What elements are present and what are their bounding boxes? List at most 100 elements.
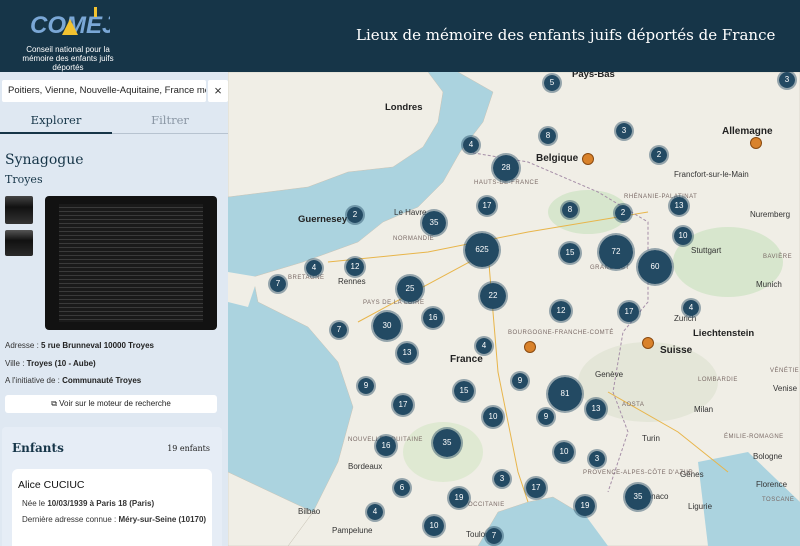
map-cluster-marker[interactable]: 2 [345, 205, 365, 225]
map-cluster-marker[interactable]: 8 [560, 200, 580, 220]
region-label-baviere: BAVIÈRE [763, 254, 793, 260]
belgium-place-pin[interactable] [582, 153, 594, 165]
switzerland-place-pin[interactable] [642, 337, 654, 349]
map-cluster-marker[interactable]: 4 [681, 298, 701, 318]
map-cluster-marker[interactable]: 4 [365, 502, 385, 522]
place-city-info: Ville : Troyes (10 - Aube) [5, 359, 96, 368]
region-label-occitanie: OCCITANIE [468, 502, 505, 508]
tab-explorer[interactable]: Explorer [0, 108, 112, 134]
map-cluster-marker[interactable]: 7 [484, 526, 504, 546]
map-view[interactable]: Pays-Bas Londres Belgique Allemagne Guer… [228, 72, 800, 546]
map-cluster-marker[interactable]: 13 [395, 341, 419, 365]
region-label-toscane: TOSCANE [762, 497, 795, 503]
map-cluster-marker[interactable]: 625 [463, 231, 501, 269]
map-label-pampelune: Pampelune [332, 526, 373, 535]
germany-place-pin[interactable] [750, 137, 762, 149]
map-label-turin: Turin [642, 434, 660, 443]
map-cluster-marker[interactable]: 19 [447, 486, 471, 510]
map-cluster-marker[interactable]: 13 [668, 195, 690, 217]
place-city-subheading: Troyes [5, 173, 43, 186]
map-cluster-marker[interactable]: 16 [374, 434, 398, 458]
last-address-value: Méry-sur-Seine (10170) [118, 515, 207, 524]
map-cluster-marker[interactable]: 13 [584, 397, 608, 421]
map-cluster-marker[interactable]: 2 [613, 203, 633, 223]
sidebar-panel: Poitiers, Vienne, Nouvelle-Aquitaine, Fr… [0, 72, 228, 546]
birth-label: Née le [22, 499, 48, 508]
map-label-florence: Florence [756, 480, 788, 489]
map-cluster-marker[interactable]: 7 [329, 320, 349, 340]
logo-caption: Conseil national pour la mémoire des enf… [22, 45, 114, 72]
map-cluster-marker[interactable]: 12 [344, 256, 366, 278]
region-label-bourgogne: BOURGOGNE-FRANCHE-COMTÉ [508, 330, 614, 336]
map-cluster-marker[interactable]: 35 [420, 209, 448, 237]
map-cluster-marker[interactable]: 7 [268, 274, 288, 294]
app-header: COMEJD Conseil national pour la mémoire … [0, 0, 800, 72]
map-label-bordeaux: Bordeaux [348, 462, 383, 471]
place-type-heading: Synagogue [5, 152, 84, 168]
map-cluster-marker[interactable]: 35 [431, 427, 463, 459]
map-cluster-marker[interactable]: 15 [558, 241, 582, 265]
map-cluster-marker[interactable]: 3 [492, 469, 512, 489]
map-cluster-marker[interactable]: 2 [649, 145, 669, 165]
child-card[interactable]: Alice CUCIUC Née le 10/03/1939 à Paris 1… [12, 469, 212, 546]
map-label-bilbao: Bilbao [298, 507, 321, 516]
map-cluster-marker[interactable]: 72 [597, 233, 635, 271]
map-cluster-marker[interactable]: 9 [356, 376, 376, 396]
map-cluster-marker[interactable]: 8 [538, 126, 558, 146]
map-cluster-marker[interactable]: 60 [636, 248, 674, 286]
map-cluster-marker[interactable]: 35 [623, 482, 653, 512]
children-count: 19 enfants [167, 444, 210, 453]
map-cluster-marker[interactable]: 17 [524, 476, 548, 500]
map-cluster-marker[interactable]: 81 [546, 375, 584, 413]
map-cluster-marker[interactable]: 10 [672, 225, 694, 247]
map-cluster-marker[interactable]: 12 [549, 299, 573, 323]
map-cluster-marker[interactable]: 4 [304, 258, 324, 278]
map-cluster-marker[interactable]: 19 [573, 494, 597, 518]
city-label: Ville : [5, 359, 27, 368]
photo-thumbnail-2[interactable] [5, 230, 33, 256]
memorial-plaque-photo[interactable] [45, 196, 217, 330]
map-cluster-marker[interactable]: 3 [587, 449, 607, 469]
map-cluster-marker[interactable]: 4 [461, 135, 481, 155]
photo-thumbnail-1[interactable] [5, 196, 33, 224]
region-label-lombardie: LOMBARDIE [698, 377, 738, 383]
place-address: Adresse : 5 rue Brunneval 10000 Troyes [5, 341, 154, 350]
search-engine-button[interactable]: ⧉ Voir sur le moteur de recherche [5, 395, 217, 413]
initiative-value: Communauté Troyes [62, 376, 142, 385]
tab-filter[interactable]: Filtrer [112, 108, 228, 134]
initiative-label: A l'initiative de : [5, 376, 63, 385]
map-cluster-marker[interactable]: 10 [552, 440, 576, 464]
map-label-milan: Milan [694, 405, 714, 414]
map-cluster-marker[interactable]: 3 [614, 121, 634, 141]
map-cluster-marker[interactable]: 9 [510, 371, 530, 391]
map-cluster-marker[interactable]: 6 [392, 478, 412, 498]
map-cluster-marker[interactable]: 9 [536, 407, 556, 427]
map-label-frankfurt: Francfort-sur-le-Main [674, 170, 749, 179]
france-place-pin[interactable] [524, 341, 536, 353]
map-cluster-marker[interactable]: 17 [476, 195, 498, 217]
map-cluster-marker[interactable]: 30 [371, 310, 403, 342]
child-name: Alice CUCIUC [18, 479, 85, 491]
map-label-liechtenstein: Liechtenstein [693, 328, 755, 339]
map-label-netherlands: Pays-Bas [572, 72, 615, 80]
map-label-france: France [450, 354, 483, 365]
location-search-input[interactable]: Poitiers, Vienne, Nouvelle-Aquitaine, Fr… [2, 80, 206, 102]
map-cluster-marker[interactable]: 22 [478, 281, 508, 311]
map-cluster-marker[interactable]: 17 [617, 300, 641, 324]
map-cluster-marker[interactable]: 17 [391, 393, 415, 417]
comejd-logo[interactable]: COMEJD Conseil national pour la mémoire … [18, 3, 118, 72]
map-label-rennes: Rennes [338, 277, 366, 286]
map-cluster-marker[interactable]: 28 [491, 153, 521, 183]
map-cluster-marker[interactable]: 25 [395, 274, 425, 304]
map-base-layer [228, 72, 800, 546]
clear-search-button[interactable]: × [208, 80, 228, 102]
map-label-london: Londres [385, 102, 423, 113]
map-cluster-marker[interactable]: 16 [421, 306, 445, 330]
map-cluster-marker[interactable]: 15 [452, 379, 476, 403]
map-cluster-marker[interactable]: 10 [481, 405, 505, 429]
map-cluster-marker[interactable]: 5 [542, 73, 562, 93]
map-label-venise: Venise [773, 384, 798, 393]
map-cluster-marker[interactable]: 10 [422, 514, 446, 538]
map-cluster-marker[interactable]: 4 [474, 336, 494, 356]
map-label-munich: Munich [756, 280, 782, 289]
